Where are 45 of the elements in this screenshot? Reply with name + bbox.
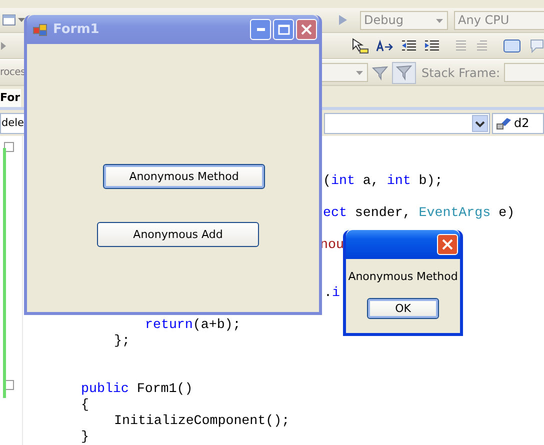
code-line: } <box>81 428 89 444</box>
code-line: public Form1() <box>81 380 193 396</box>
maximize-button[interactable] <box>273 19 294 40</box>
comment-icon[interactable] <box>528 38 544 52</box>
caret-icon[interactable] <box>18 18 25 22</box>
type-dropdown[interactable]: dele <box>0 112 24 134</box>
lines-icon[interactable] <box>454 38 468 52</box>
app-icon <box>33 24 47 36</box>
message-text: Anonymous Method <box>348 270 458 283</box>
code-line: { <box>81 396 89 412</box>
outdent-icon[interactable] <box>401 38 417 52</box>
member-dropdown[interactable]: d2 <box>492 112 544 134</box>
lines-icon[interactable] <box>475 38 489 52</box>
close-button[interactable] <box>437 234 458 255</box>
collapse-icon[interactable] <box>4 142 14 152</box>
font-size-icon[interactable] <box>376 38 394 52</box>
filter-icon[interactable] <box>392 62 416 84</box>
ok-button[interactable]: OK <box>367 298 439 319</box>
form-button[interactable]: Anonymous Add <box>97 222 259 247</box>
caret-icon <box>436 18 443 22</box>
window-title: Form1 <box>53 22 100 37</box>
close-icon <box>301 24 312 35</box>
close-button[interactable] <box>296 19 317 40</box>
code-line: (int a, int b); <box>323 172 443 188</box>
code-line: return(a+b); <box>145 316 241 332</box>
code-line: }; <box>114 332 130 348</box>
minimize-button[interactable] <box>250 19 271 40</box>
document-tab[interactable]: For <box>0 89 22 107</box>
code-line: .i <box>324 284 340 300</box>
minimize-icon <box>256 28 264 31</box>
window-icon[interactable] <box>503 38 521 52</box>
play-icon[interactable] <box>338 14 348 26</box>
field-icon <box>496 116 512 130</box>
layout-icon[interactable] <box>2 13 16 27</box>
code-line: ect sender, EventArgs e) <box>323 204 515 220</box>
pointer-icon[interactable] <box>351 36 369 54</box>
stack-frame-label: Stack Frame: <box>422 66 500 80</box>
code-line: InitializeComponent(); <box>114 412 290 428</box>
indent-icon[interactable] <box>424 38 440 52</box>
maximize-icon <box>278 24 290 35</box>
stack-frame-dropdown[interactable] <box>504 63 544 82</box>
caret-icon <box>356 71 363 75</box>
form-button[interactable]: Anonymous Method <box>103 164 265 189</box>
filter-icon[interactable] <box>372 64 388 80</box>
close-icon <box>442 239 453 250</box>
